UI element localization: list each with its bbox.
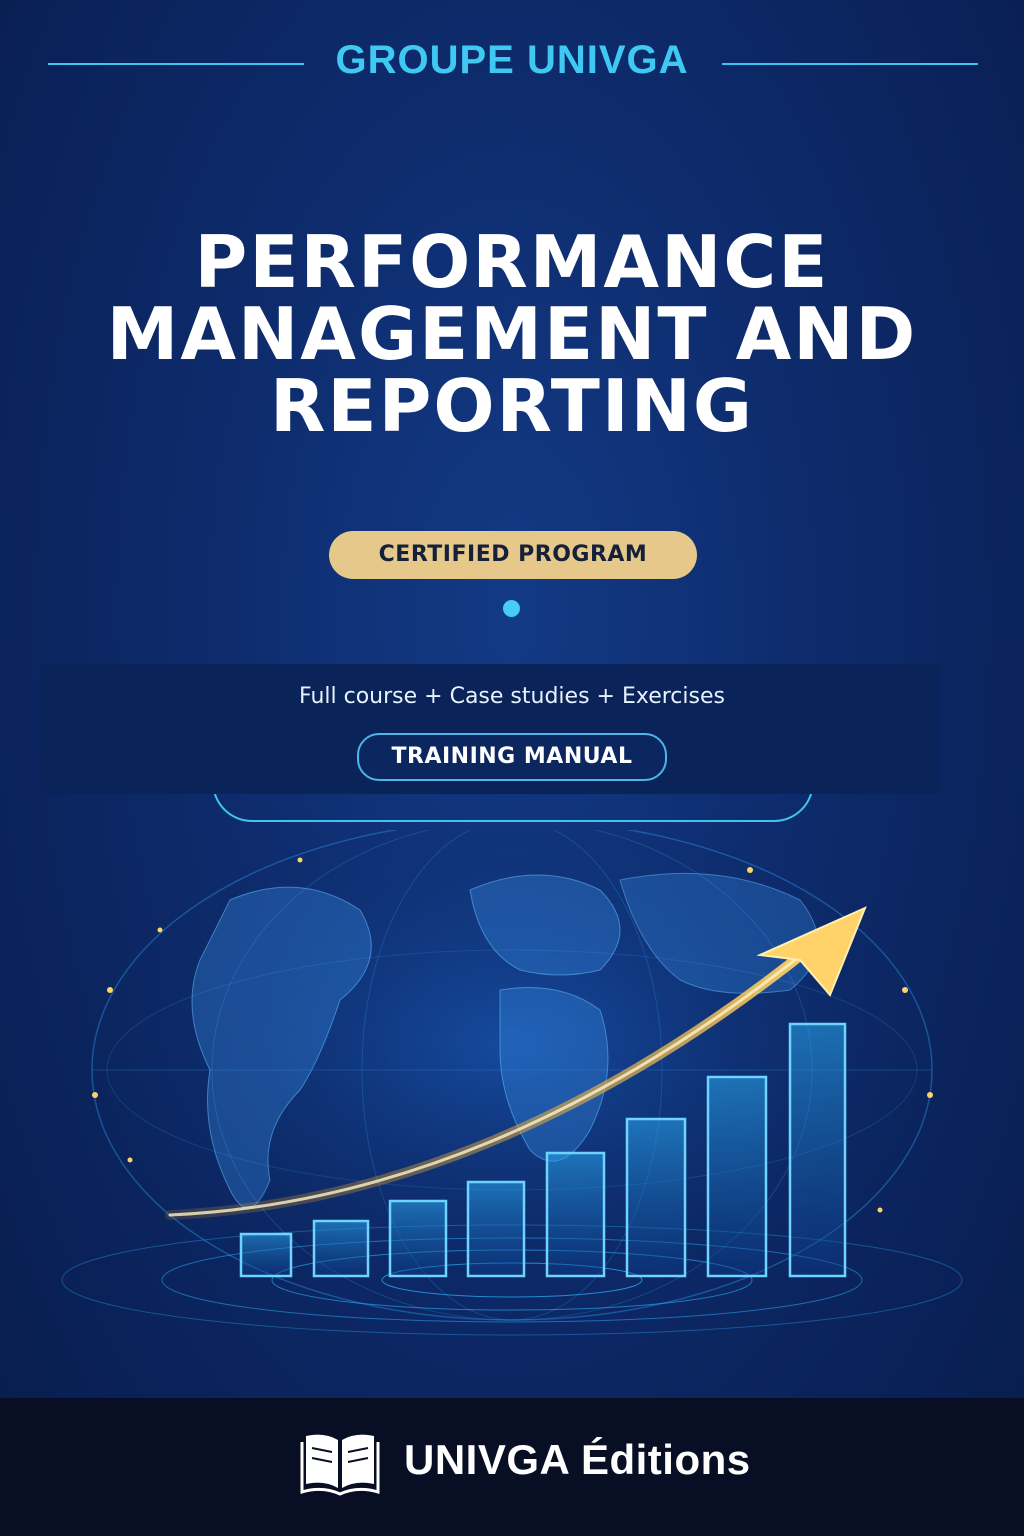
certified-program-badge: CERTIFIED PROGRAM <box>329 531 697 579</box>
footer-brand: UNIVGA Éditions <box>404 1436 751 1483</box>
title-line-2: MANAGEMENT AND <box>106 292 918 376</box>
header-rule-right <box>722 63 978 65</box>
open-book-icon <box>300 1434 380 1496</box>
subtitle: Full course + Case studies + Exercises <box>299 684 725 709</box>
footer: UNIVGA Éditions <box>0 1398 1024 1536</box>
title-line-3: REPORTING <box>269 364 755 448</box>
title-line-1: PERFORMANCE <box>194 220 830 304</box>
publisher-name: GROUPE UNIVGA <box>335 38 689 82</box>
dot-marker <box>503 600 520 617</box>
book-title: PERFORMANCE MANAGEMENT AND REPORTING <box>0 226 1024 442</box>
hero-illustration <box>61 830 963 1336</box>
publisher-header: GROUPE UNIVGA <box>0 38 1024 90</box>
training-manual-badge: TRAINING MANUAL <box>357 733 667 781</box>
